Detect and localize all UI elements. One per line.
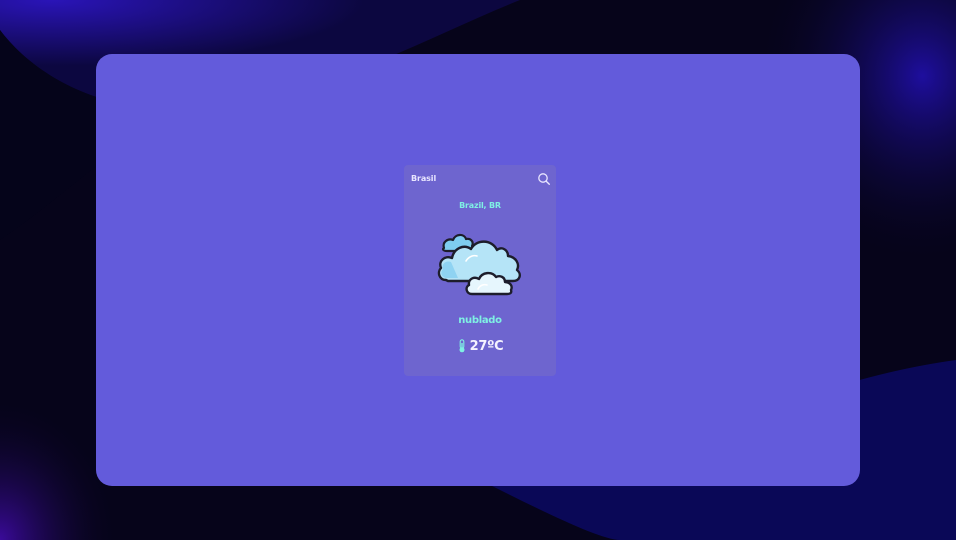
search-bar [411, 171, 551, 186]
search-input[interactable] [411, 171, 531, 185]
city-name: Brazil, BR [459, 201, 501, 210]
clouds-icon [437, 233, 521, 296]
weather-condition: nublado [458, 315, 502, 326]
search-button[interactable] [537, 171, 551, 186]
temperature-row: 27ºC [404, 337, 556, 355]
search-icon [538, 173, 551, 186]
temperature-value: 27ºC [469, 338, 504, 354]
weather-card: Brazil, BR nublado 27ºC [404, 165, 556, 376]
thermometer-icon [459, 339, 465, 353]
